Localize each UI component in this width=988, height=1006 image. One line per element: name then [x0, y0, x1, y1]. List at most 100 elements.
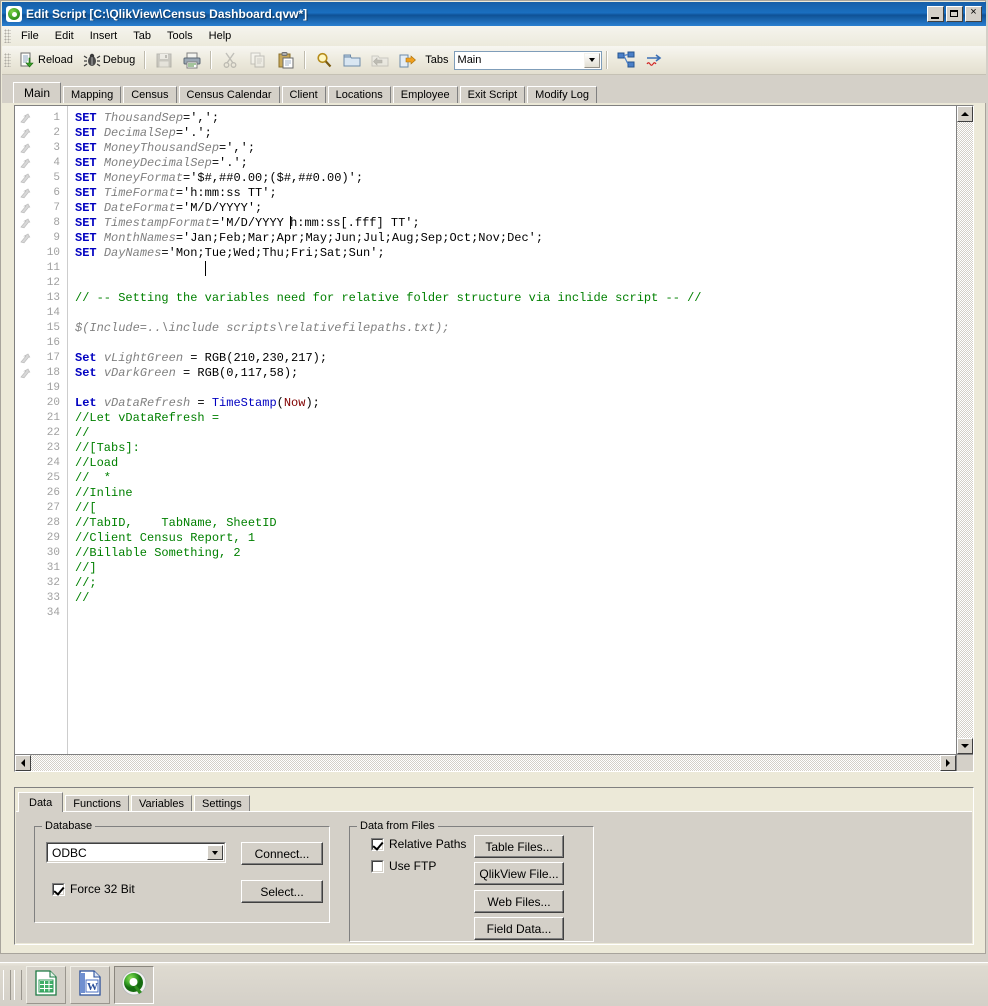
bottom-tab-settings[interactable]: Settings — [194, 795, 250, 812]
code-line[interactable] — [75, 606, 956, 621]
gutter-slot[interactable] — [15, 411, 37, 426]
relative-paths-checkbox[interactable] — [371, 837, 384, 851]
script-editor[interactable]: 1 2 3 4 5 6 7 8 9 10 11 12 13 14 15 16 17 18 19 20 21 22 23 24 2… — [14, 105, 974, 772]
scroll-up-button[interactable] — [957, 106, 973, 122]
bottom-tab-variables[interactable]: Variables — [130, 795, 192, 812]
code-line[interactable]: SET MoneyThousandSep=','; — [75, 141, 956, 156]
copy-button[interactable] — [244, 49, 272, 71]
force-32-bit-checkbox-row[interactable]: Force 32 Bit — [52, 882, 135, 896]
code-line[interactable]: //Load — [75, 456, 956, 471]
gutter-slot[interactable] — [15, 261, 37, 276]
code-line[interactable]: Set vDarkGreen = RGB(0,117,58); — [75, 366, 956, 381]
maximize-button[interactable] — [946, 6, 963, 22]
menu-item-tools[interactable]: Tools — [159, 27, 201, 45]
debug-button[interactable]: Debug — [78, 49, 140, 71]
search-button[interactable] — [310, 49, 338, 71]
database-type-combobox[interactable]: ODBC — [46, 842, 226, 863]
code-area[interactable]: 1 2 3 4 5 6 7 8 9 10 11 12 13 14 15 16 17 18 19 20 21 22 23 24 2… — [15, 106, 956, 754]
code-line[interactable]: //[Tabs]: — [75, 441, 956, 456]
tabs-combobox-input[interactable] — [454, 52, 578, 68]
gutter-slot[interactable] — [15, 381, 37, 396]
taskbar-grip-icon-2[interactable] — [14, 969, 22, 1000]
code-line[interactable]: SET MonthNames='Jan;Feb;Mar;Apr;May;Jun;… — [75, 231, 956, 246]
paste-button[interactable] — [272, 49, 300, 71]
force-32-bit-checkbox[interactable] — [52, 882, 65, 896]
reload-button[interactable]: Reload — [13, 49, 78, 71]
script-tab-census[interactable]: Census — [123, 86, 177, 103]
web-files-button[interactable]: Web Files... — [474, 890, 564, 913]
code-line[interactable]: SET TimeFormat='h:mm:ss TT'; — [75, 186, 956, 201]
connect-button[interactable]: Connect... — [241, 842, 323, 865]
scroll-left-button[interactable] — [15, 755, 31, 771]
gutter-slot[interactable] — [15, 396, 37, 411]
code-line[interactable]: //] — [75, 561, 956, 576]
bookmark-arrow-icon[interactable] — [15, 111, 37, 126]
gutter-slot[interactable] — [15, 456, 37, 471]
gutter-slot[interactable] — [15, 471, 37, 486]
print-button[interactable] — [178, 49, 206, 71]
bookmark-arrow-icon[interactable] — [15, 156, 37, 171]
bookmark-gutter[interactable] — [15, 106, 37, 754]
scroll-right-button[interactable] — [940, 755, 956, 771]
bookmark-arrow-icon[interactable] — [15, 186, 37, 201]
code-line[interactable]: //TabID, TabName, SheetID — [75, 516, 956, 531]
use-ftp-checkbox[interactable] — [371, 859, 384, 873]
menu-item-file[interactable]: File — [13, 27, 47, 45]
close-button[interactable]: × — [965, 6, 982, 22]
scroll-down-button[interactable] — [957, 738, 973, 754]
code-line[interactable]: $(Include=..\include scripts\relativefil… — [75, 321, 956, 336]
squiggle-button[interactable] — [640, 49, 668, 71]
chevron-down-icon[interactable] — [583, 52, 600, 68]
menu-grip-icon[interactable] — [4, 29, 11, 43]
gutter-slot[interactable] — [15, 516, 37, 531]
bottom-tab-data[interactable]: Data — [18, 792, 64, 812]
gutter-slot[interactable] — [15, 606, 37, 621]
code-line[interactable]: //Inline — [75, 486, 956, 501]
script-tab-locations[interactable]: Locations — [327, 86, 391, 103]
code-line[interactable]: SET TimestampFormat='M/D/YYYY h:mm:ss[.f… — [75, 216, 956, 231]
code-line[interactable]: SET DayNames='Mon;Tue;Wed;Thu;Fri;Sat;Su… — [75, 246, 956, 261]
gutter-slot[interactable] — [15, 246, 37, 261]
menu-item-help[interactable]: Help — [201, 27, 240, 45]
code-line[interactable] — [75, 381, 956, 396]
back-button[interactable] — [366, 49, 394, 71]
gutter-slot[interactable] — [15, 486, 37, 501]
bookmark-arrow-icon[interactable] — [15, 171, 37, 186]
script-tab-main[interactable]: Main — [13, 82, 62, 103]
menu-item-insert[interactable]: Insert — [82, 27, 126, 45]
gutter-slot[interactable] — [15, 546, 37, 561]
bookmark-arrow-icon[interactable] — [15, 141, 37, 156]
bookmark-arrow-icon[interactable] — [15, 231, 37, 246]
script-tab-modify-log[interactable]: Modify Log — [527, 86, 597, 103]
horizontal-scrollbar[interactable] — [15, 754, 956, 771]
taskbar-grip-icon[interactable] — [3, 969, 11, 1000]
chevron-down-icon[interactable] — [207, 845, 223, 860]
qlikview-file-button[interactable]: QlikView File... — [474, 862, 564, 885]
code-line[interactable]: SET MoneyDecimalSep='.'; — [75, 156, 956, 171]
bookmark-arrow-icon[interactable] — [15, 201, 37, 216]
code-line[interactable]: //Billable Something, 2 — [75, 546, 956, 561]
field-data-button[interactable]: Field Data... — [474, 917, 564, 940]
code-line[interactable]: // — [75, 591, 956, 606]
script-tab-client[interactable]: Client — [281, 86, 326, 103]
table-files-button[interactable]: Table Files... — [474, 835, 564, 858]
gutter-slot[interactable] — [15, 321, 37, 336]
gutter-slot[interactable] — [15, 501, 37, 516]
taskbar-item-excel[interactable] — [26, 965, 66, 1004]
code-line[interactable]: // — [75, 426, 956, 441]
code-line[interactable]: SET DecimalSep='.'; — [75, 126, 956, 141]
save-button[interactable] — [150, 49, 178, 71]
code-line[interactable]: SET MoneyFormat='$#,##0.00;($#,##0.00)'; — [75, 171, 956, 186]
gutter-slot[interactable] — [15, 336, 37, 351]
code-line[interactable]: Set vLightGreen = RGB(210,230,217); — [75, 351, 956, 366]
code-line[interactable]: //Let vDataRefresh = — [75, 411, 956, 426]
vertical-scrollbar[interactable] — [956, 106, 973, 754]
menu-item-edit[interactable]: Edit — [47, 27, 82, 45]
code-line[interactable] — [75, 276, 956, 291]
code-lines[interactable]: SET ThousandSep=','; SET DecimalSep='.'; S… — [68, 106, 956, 754]
taskbar-item-qlikview[interactable] — [114, 965, 154, 1004]
gutter-slot[interactable] — [15, 426, 37, 441]
gutter-slot[interactable] — [15, 561, 37, 576]
cut-button[interactable] — [216, 49, 244, 71]
code-line[interactable] — [75, 306, 956, 321]
